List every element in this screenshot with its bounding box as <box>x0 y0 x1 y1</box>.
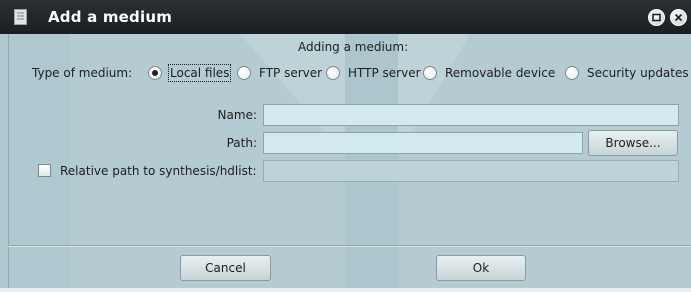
radio-label-local-files[interactable]: Local files <box>167 64 232 82</box>
maximize-icon <box>652 13 661 22</box>
name-input[interactable] <box>263 104 679 126</box>
relative-path-label[interactable]: Relative path to synthesis/hdlist: <box>60 164 257 178</box>
ok-button[interactable]: Ok <box>436 255 526 281</box>
relative-path-input <box>263 160 679 182</box>
radio-ftp-server[interactable] <box>237 66 251 80</box>
window-bottom-border <box>0 288 691 292</box>
radio-http-server[interactable] <box>326 66 340 80</box>
browse-button[interactable]: Browse... <box>588 130 678 156</box>
relative-path-checkbox[interactable] <box>38 164 51 177</box>
close-icon <box>674 13 683 22</box>
dialog-window: Add a medium Adding a medium: Type of me… <box>0 0 691 292</box>
title-bar[interactable]: Add a medium <box>0 0 691 34</box>
document-icon <box>14 9 27 25</box>
path-label: Path: <box>226 136 257 150</box>
window-border <box>8 34 9 288</box>
medium-type-label: Type of medium: <box>32 66 133 80</box>
radio-label-security-updates[interactable]: Security updates <box>587 66 689 80</box>
radio-label-removable-device[interactable]: Removable device <box>445 66 555 80</box>
cancel-button[interactable]: Cancel <box>180 255 271 281</box>
close-button[interactable] <box>670 9 687 26</box>
name-label: Name: <box>217 108 257 122</box>
radio-label-http-server[interactable]: HTTP server <box>348 66 421 80</box>
radio-removable-device[interactable] <box>423 66 437 80</box>
path-input[interactable] <box>263 132 583 154</box>
maximize-button[interactable] <box>648 9 665 26</box>
window-title: Add a medium <box>48 8 173 26</box>
separator <box>8 245 691 247</box>
radio-label-ftp-server[interactable]: FTP server <box>259 66 322 80</box>
dialog-heading: Adding a medium: <box>298 40 409 54</box>
radio-security-updates[interactable] <box>565 66 579 80</box>
radio-local-files[interactable] <box>148 66 162 80</box>
